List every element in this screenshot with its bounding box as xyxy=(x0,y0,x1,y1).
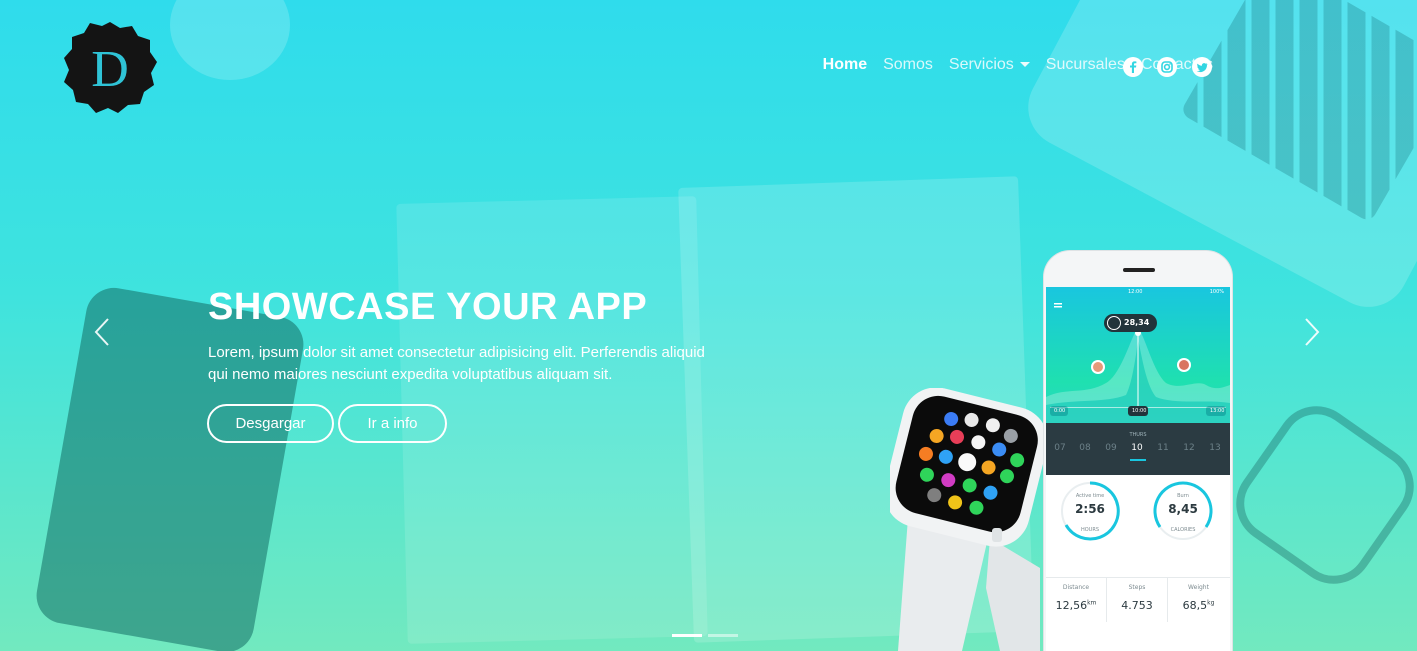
stat-weight: Weight 68,5kg xyxy=(1168,578,1229,622)
logo-letter: D xyxy=(91,41,129,98)
chevron-left-icon xyxy=(94,318,109,346)
app-phone-mockup: 12:00 100% 28,34 0:00 10:00 13:00 THURS … xyxy=(1044,251,1232,651)
stat-value: 68,5kg xyxy=(1182,599,1215,612)
day-item[interactable]: 07 xyxy=(1050,443,1070,453)
graph-label-right: 13:00 xyxy=(1210,408,1225,414)
runner-icon xyxy=(1107,316,1121,330)
info-button[interactable]: Ir a info xyxy=(338,404,447,443)
ring2-label: Burn xyxy=(1177,493,1189,499)
phone-screen: 12:00 100% 28,34 0:00 10:00 13:00 THURS … xyxy=(1046,287,1230,651)
activity-graph: 12:00 100% 28,34 0:00 10:00 13:00 xyxy=(1046,287,1230,423)
nav-servicios[interactable]: Servicios xyxy=(949,56,1030,74)
twitter-link[interactable] xyxy=(1192,57,1212,77)
ring2-unit: CALORIES xyxy=(1170,527,1196,533)
hero-description: Lorem, ipsum dolor sit amet consectetur … xyxy=(208,344,705,383)
day-item[interactable]: 09 xyxy=(1101,443,1121,453)
activity-wave xyxy=(1046,303,1230,423)
logo-badge-icon: D xyxy=(64,22,157,113)
nav-somos[interactable]: Somos xyxy=(883,56,933,74)
facebook-link[interactable] xyxy=(1123,57,1143,77)
phone-speaker xyxy=(1123,268,1155,272)
active-day-underline xyxy=(1130,459,1146,461)
ring1-label: Active time xyxy=(1075,493,1105,499)
stat-value: 4.753 xyxy=(1121,599,1153,612)
carousel-next-button[interactable] xyxy=(1296,315,1326,349)
day-item[interactable]: 13 xyxy=(1205,443,1225,453)
download-button[interactable]: Desgargar xyxy=(207,404,334,443)
caret-down-icon xyxy=(1019,62,1030,68)
background-phone xyxy=(32,283,308,651)
ring2-value: 8,45 xyxy=(1168,502,1198,516)
day-item[interactable]: 11 xyxy=(1153,443,1173,453)
instagram-icon xyxy=(1161,61,1173,73)
hero-title: SHOWCASE YOUR APP xyxy=(208,286,648,328)
hero-section: D Home Somos Servicios Sucursales Contac… xyxy=(0,0,1417,651)
brand-logo[interactable]: D xyxy=(62,20,158,114)
day-item[interactable]: 12 xyxy=(1179,443,1199,453)
stat-label: Steps xyxy=(1128,584,1146,591)
chevron-right-icon xyxy=(1305,318,1320,346)
stat-label: Distance xyxy=(1062,584,1090,591)
day-header: THURS xyxy=(1129,432,1147,438)
carousel-indicator[interactable] xyxy=(708,634,738,637)
graph-label-left: 0:00 xyxy=(1054,408,1066,414)
facebook-icon xyxy=(1130,61,1137,73)
instagram-link[interactable] xyxy=(1157,57,1177,77)
activity-rings: Active time 2:56 HOURS Burn 8,45 CALORIE… xyxy=(1046,475,1230,543)
graph-value-bubble: 28,34 xyxy=(1104,314,1158,332)
background-plant xyxy=(170,0,290,80)
smartwatch-image xyxy=(884,387,1050,651)
stat-value: 12,56km xyxy=(1055,599,1097,612)
carousel-indicator-active[interactable] xyxy=(672,634,702,637)
stats-row: Distance 12,56km Steps 4.753 Weight 68,5… xyxy=(1046,577,1230,622)
main-nav: Home Somos Servicios Sucursales Contacto… xyxy=(823,56,1213,74)
ring1-unit: HOURS xyxy=(1080,527,1099,533)
stat-label: Weight xyxy=(1188,584,1209,591)
bubble-value: 28,34 xyxy=(1124,318,1150,327)
carousel-prev-button[interactable] xyxy=(88,315,118,349)
background-glasses xyxy=(1220,390,1417,600)
day-selector: THURS 07 08 09 10 11 12 13 xyxy=(1046,423,1230,475)
nav-sucursales[interactable]: Sucursales xyxy=(1046,56,1125,74)
nav-servicios-label: Servicios xyxy=(948,56,1014,73)
nav-home[interactable]: Home xyxy=(823,56,867,74)
stat-steps: Steps 4.753 xyxy=(1107,578,1168,622)
stat-distance: Distance 12,56km xyxy=(1046,578,1107,622)
twitter-icon xyxy=(1196,63,1208,73)
graph-label-mid: 10:00 xyxy=(1132,408,1147,414)
day-item[interactable]: 08 xyxy=(1075,443,1095,453)
day-item-active[interactable]: 10 xyxy=(1127,443,1147,453)
ring1-value: 2:56 xyxy=(1075,502,1105,516)
